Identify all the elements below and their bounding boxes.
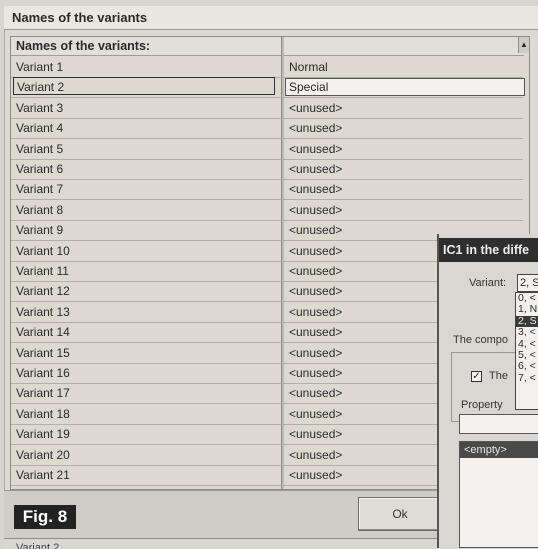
table-row[interactable]: Variant 8 <unused> bbox=[11, 200, 523, 221]
variant-name-cell[interactable]: Variant 11 bbox=[16, 261, 276, 281]
table-row[interactable]: Variant 7 <unused> bbox=[11, 179, 523, 201]
variant-name-cell[interactable]: Variant 3 bbox=[16, 98, 276, 118]
property-input[interactable] bbox=[459, 414, 538, 434]
variant-name-cell[interactable]: Variant 10 bbox=[16, 241, 276, 261]
variant-name-cell[interactable]: Variant 21 bbox=[16, 465, 276, 485]
variant-name-cell[interactable]: Variant 17 bbox=[16, 383, 276, 403]
variant-name-cell[interactable]: Variant 19 bbox=[16, 424, 276, 444]
variant-name-cell[interactable]: Variant 16 bbox=[16, 363, 276, 383]
variant-name-cell[interactable]: Variant 1 bbox=[16, 57, 276, 77]
variant-label: Variant: bbox=[469, 277, 507, 289]
variant-value-cell[interactable]: <unused> bbox=[289, 98, 519, 118]
table-row[interactable]: Variant 2 Special bbox=[11, 77, 525, 99]
variant-value-edit-field[interactable]: Special bbox=[285, 78, 525, 97]
checkbox[interactable]: ✓ bbox=[471, 371, 482, 382]
table-row[interactable]: Variant 5 <unused> bbox=[11, 139, 523, 160]
variant-name-cell[interactable]: Variant 6 bbox=[16, 159, 276, 179]
variant-value-cell[interactable]: <unused> bbox=[289, 200, 519, 220]
grid-header-value-column bbox=[283, 37, 524, 56]
variant-name-cell[interactable]: Variant 13 bbox=[16, 302, 276, 322]
variant-name-cell[interactable]: Variant 2 bbox=[13, 77, 275, 96]
component-label: The compo bbox=[453, 334, 509, 346]
variant-name-cell[interactable]: Variant 20 bbox=[16, 445, 276, 465]
variant-name-cell[interactable]: Variant 7 bbox=[16, 179, 276, 199]
variant-value-cell[interactable]: <unused> bbox=[289, 118, 519, 138]
variant-value-cell[interactable]: Normal bbox=[289, 57, 519, 77]
table-row[interactable]: Variant 1 Normal bbox=[11, 57, 523, 78]
variant-name-cell[interactable]: Variant 14 bbox=[16, 322, 276, 342]
variant-select[interactable]: 2, S bbox=[517, 274, 538, 292]
variant-name-cell[interactable]: Variant 18 bbox=[16, 404, 276, 424]
variant-dropdown-list[interactable]: 0, <1, N 2, S 3, <4, <5, <6, <7, < bbox=[515, 292, 538, 410]
list-item-empty[interactable]: <empty> bbox=[460, 442, 538, 458]
window-title: Names of the variants bbox=[4, 6, 538, 30]
dropdown-item[interactable]: 3, < bbox=[516, 326, 538, 338]
table-row[interactable]: Variant 6 <unused> bbox=[11, 159, 523, 180]
dialog-title: IC1 in the diffe bbox=[439, 238, 538, 262]
variant-value-cell[interactable]: <unused> bbox=[289, 159, 519, 179]
variant-name-cell[interactable]: Variant 9 bbox=[16, 220, 276, 240]
table-row[interactable]: Variant 3 <unused> bbox=[11, 98, 523, 119]
property-label: Property bbox=[461, 399, 503, 411]
ic1-variants-dialog: IC1 in the diffe Variant: 2, S The compo… bbox=[437, 234, 538, 548]
scroll-up-arrow-icon[interactable]: ▲ bbox=[518, 37, 529, 53]
property-list[interactable]: <empty> bbox=[459, 441, 538, 548]
dropdown-item[interactable]: 7, < bbox=[516, 372, 538, 384]
variant-name-cell[interactable]: Variant 4 bbox=[16, 118, 276, 138]
variant-name-cell[interactable]: Variant 5 bbox=[16, 139, 276, 159]
variant-value-cell[interactable]: <unused> bbox=[289, 179, 519, 199]
variant-name-cell[interactable]: Variant 15 bbox=[16, 343, 276, 363]
figure-label: Fig. 8 bbox=[14, 505, 76, 529]
grid-header: Names of the variants: bbox=[11, 37, 286, 56]
ok-button[interactable]: Ok bbox=[358, 497, 442, 531]
status-row: Variant 2 bbox=[4, 538, 456, 549]
checkbox-label: The bbox=[489, 370, 508, 382]
variant-name-cell[interactable]: Variant 8 bbox=[16, 200, 276, 220]
variant-name-cell[interactable]: Variant 12 bbox=[16, 281, 276, 301]
variant-value-cell[interactable]: <unused> bbox=[289, 139, 519, 159]
table-row[interactable]: Variant 4 <unused> bbox=[11, 118, 523, 140]
